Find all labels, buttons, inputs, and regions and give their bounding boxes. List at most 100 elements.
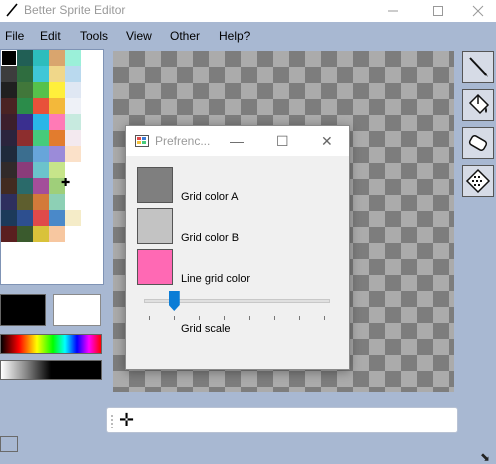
palette-color-cell[interactable] [33,210,49,226]
fill-bucket-icon [468,93,490,115]
palette-color-cell[interactable] [1,178,17,194]
palette-color-cell[interactable] [1,114,17,130]
palette-color-cell[interactable] [17,82,33,98]
line-grid-color-label: Line grid color [181,273,251,285]
slider-tick [274,316,275,320]
slider-tick [249,316,250,320]
palette-color-cell[interactable] [65,194,81,210]
palette-color-cell[interactable] [1,66,17,82]
palette-color-cell[interactable] [33,194,49,210]
minimize-button[interactable] [371,0,415,22]
maximize-button[interactable] [416,0,460,22]
palette-color-cell[interactable] [33,146,49,162]
grid-color-b-swatch[interactable] [137,208,173,244]
dialog-close-icon[interactable]: ✕ [321,133,333,150]
pencil-tool-button[interactable] [462,51,494,83]
palette-color-cell[interactable] [65,66,81,82]
palette-color-cell[interactable] [49,50,65,66]
grid-scale-slider-thumb[interactable] [168,291,180,311]
palette-color-cell[interactable] [1,210,17,226]
palette-color-cell[interactable] [33,98,49,114]
menu-other[interactable]: Other [170,29,200,43]
palette-color-cell[interactable] [17,146,33,162]
palette-color-cell[interactable] [1,50,17,66]
palette-color-cell[interactable] [1,146,17,162]
grid-color-a-label: Grid color A [181,191,239,203]
menu-help[interactable]: Help? [219,29,250,43]
secondary-color-swatch[interactable] [53,294,101,326]
palette-color-cell[interactable] [49,66,65,82]
slider-tick [299,316,300,320]
palette-color-cell[interactable] [33,130,49,146]
palette-color-cell[interactable] [17,50,33,66]
palette-color-cell[interactable] [17,210,33,226]
palette-color-cell[interactable] [33,114,49,130]
menu-tools[interactable]: Tools [80,29,108,43]
palette-color-cell[interactable] [49,226,65,242]
palette-color-cell[interactable] [33,50,49,66]
window-title: Better Sprite Editor [24,3,126,17]
toolbar-grip-icon[interactable] [111,414,113,428]
grid-color-a-swatch[interactable] [137,167,173,203]
palette-color-cell[interactable] [33,66,49,82]
line-grid-color-swatch[interactable] [137,249,173,285]
dialog-minimize-icon[interactable]: — [230,133,244,149]
dialog-title: Prefrenc... [155,134,211,148]
eraser-tool-button[interactable] [462,127,494,159]
background-color-swatch[interactable] [0,436,18,452]
preferences-dialog: Prefrenc... — ☐ ✕ Grid color A Grid colo… [125,125,350,370]
palette-color-cell[interactable] [17,130,33,146]
palette-color-cell[interactable] [1,130,17,146]
primary-color-swatch[interactable] [0,294,46,326]
palette-color-cell[interactable] [17,66,33,82]
menu-file[interactable]: File [5,29,24,43]
dialog-title-bar: Prefrenc... — ☐ ✕ [126,126,349,156]
palette-color-cell[interactable] [17,162,33,178]
slider-tick [174,316,175,320]
palette-color-cell[interactable] [49,114,65,130]
palette-color-cell[interactable] [65,210,81,226]
palette-color-cell[interactable] [49,210,65,226]
grayscale-bar[interactable] [0,360,102,380]
title-bar: Better Sprite Editor [0,0,496,22]
palette-color-cell[interactable] [1,82,17,98]
palette-color-cell[interactable] [49,146,65,162]
palette-color-cell[interactable] [49,82,65,98]
close-button[interactable] [456,0,496,22]
palette-color-cell[interactable] [17,194,33,210]
palette-color-cell[interactable] [17,114,33,130]
menu-edit[interactable]: Edit [40,29,61,43]
app-logo-icon [6,3,18,17]
palette-color-cell[interactable] [65,114,81,130]
palette-color-cell[interactable] [1,162,17,178]
palette-color-cell[interactable] [65,50,81,66]
menu-view[interactable]: View [126,29,152,43]
palette-color-cell[interactable] [17,98,33,114]
palette-color-cell[interactable] [33,178,49,194]
palette-color-cell[interactable] [65,226,81,242]
hue-spectrum-bar[interactable] [0,334,102,354]
resize-grip-icon[interactable]: ⬊ [480,450,490,464]
slider-tick [324,316,325,320]
fill-tool-button[interactable] [462,89,494,121]
palette-color-cell[interactable] [1,226,17,242]
palette-color-cell[interactable] [1,98,17,114]
palette-color-cell[interactable] [49,98,65,114]
dialog-app-icon [135,135,149,147]
palette-color-cell[interactable] [33,226,49,242]
palette-color-cell[interactable] [65,130,81,146]
palette-color-cell[interactable] [17,226,33,242]
palette-color-cell[interactable] [33,82,49,98]
crosshair-cursor-icon: ✛ [119,410,135,430]
palette-color-cell[interactable] [49,130,65,146]
palette-color-cell[interactable] [65,82,81,98]
palette-color-cell[interactable] [49,194,65,210]
palette-color-cell[interactable] [65,146,81,162]
color-palette: ✚ [0,49,104,285]
palette-color-cell[interactable] [65,98,81,114]
dialog-maximize-icon[interactable]: ☐ [276,133,289,150]
palette-color-cell[interactable] [17,178,33,194]
dither-tool-button[interactable] [462,165,494,197]
palette-color-cell[interactable] [33,162,49,178]
palette-color-cell[interactable] [1,194,17,210]
